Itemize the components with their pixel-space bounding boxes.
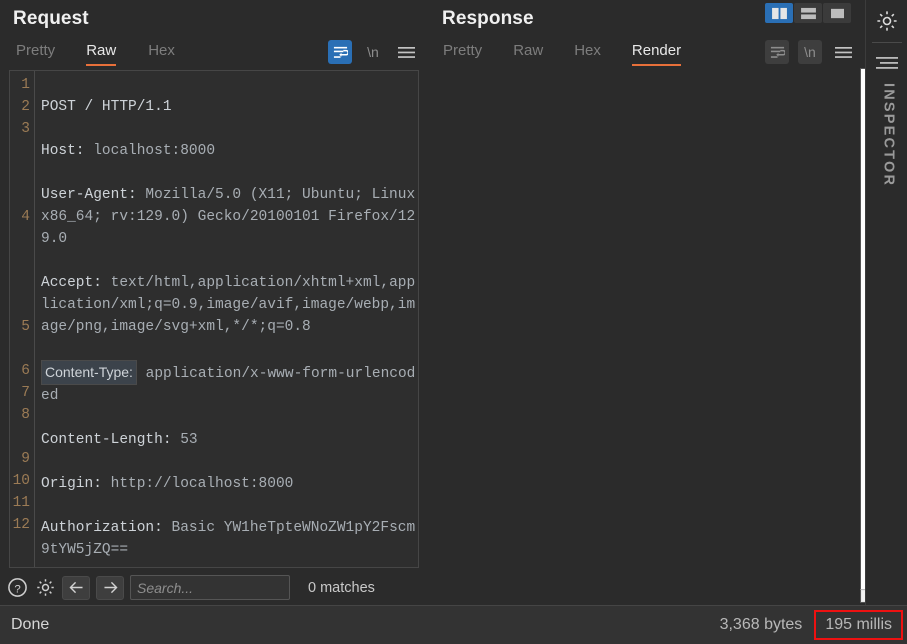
header-name: Origin: [41,476,102,492]
tab-response-render[interactable]: Render [631,42,682,66]
status-metrics: 3,368 bytes 195 millis [708,610,907,640]
newline-toggle-icon[interactable]: \n [361,40,385,64]
response-tabbar: Pretty Raw Hex Render \n [428,36,865,66]
response-millis: 195 millis [814,610,903,640]
inspector-rail: INSPECTOR [865,0,907,605]
inspector-label[interactable]: INSPECTOR [877,83,897,187]
tab-request-hex[interactable]: Hex [148,42,175,66]
request-toolbar-icons: \n [328,40,418,64]
rail-divider [871,42,902,43]
find-prev-button[interactable] [62,575,90,600]
line-number: 8 [21,407,30,423]
help-circle-icon[interactable]: ? [6,577,28,599]
status-bar: Done 3,368 bytes 195 millis [0,605,907,644]
line-number: 10 [12,473,30,489]
hamburger-menu-icon[interactable] [831,40,855,64]
hamburger-menu-icon[interactable] [394,40,418,64]
burp-repeater-window: Request Pretty Raw Hex \n 1 2 3 4 5 6 7 … [0,0,907,644]
request-tabs: Pretty Raw Hex [0,42,175,66]
response-panel: Response Pretty Raw Hex Render \n access… [428,0,907,605]
request-line: Content-Type: application/x-www-form-url… [41,360,418,407]
gear-icon[interactable] [34,577,56,599]
word-wrap-icon[interactable] [765,40,789,64]
line-number: 9 [21,451,30,467]
request-line: Content-Length: 53 [41,429,418,451]
tab-response-hex[interactable]: Hex [574,42,601,66]
header-name: Authorization: [41,520,163,536]
request-find-bar: ? 0 m [0,570,428,605]
request-line: User-Agent: Mozilla/5.0 (X11; Ubuntu; Li… [41,184,418,250]
tab-response-pretty[interactable]: Pretty [443,42,482,66]
header-name: Content-Length: [41,432,172,448]
newline-toggle-icon[interactable]: \n [798,40,822,64]
line-number: 2 [21,99,30,115]
line-number: 5 [21,319,30,335]
line-number: 6 [21,363,30,379]
layout-mode-buttons [765,3,851,23]
svg-text:?: ? [14,583,20,595]
response-tabs: Pretty Raw Hex Render [428,42,682,66]
header-name-selected: Content-Type: [41,360,137,385]
request-panel: Request Pretty Raw Hex \n 1 2 3 4 5 6 7 … [0,0,428,605]
gear-icon[interactable] [872,6,902,36]
header-name: Host: [41,143,85,159]
header-value: localhost:8000 [84,143,216,159]
request-line: Accept: text/html,application/xhtml+xml,… [41,272,418,338]
line-number: 7 [21,385,30,401]
status-text: Done [11,616,50,633]
tab-request-pretty[interactable]: Pretty [16,42,55,66]
line-number: 3 [21,121,30,137]
search-input[interactable] [130,575,290,600]
header-value: http://localhost:8000 [101,476,294,492]
request-editor[interactable]: 1 2 3 4 5 6 7 8 9 10 11 12 POST / HTTP/1… [9,70,419,568]
request-panel-title: Request [13,8,89,29]
line-number: 12 [12,517,30,533]
request-line: Origin: http://localhost:8000 [41,473,418,495]
tab-request-raw[interactable]: Raw [86,42,117,66]
line-number: 1 [21,77,30,93]
layout-side-by-side-button[interactable] [765,3,793,23]
inspector-toggle-icon[interactable] [874,53,900,73]
header-value: 53 [171,432,198,448]
request-start-line: POST / HTTP/1.1 [41,99,172,115]
response-toolbar-icons: \n [765,40,855,64]
search-match-count: 0 matches [308,579,375,596]
line-number: 11 [12,495,30,511]
header-name: User-Agent: [41,187,137,203]
word-wrap-icon[interactable] [328,40,352,64]
find-next-button[interactable] [96,575,124,600]
header-name: Accept: [41,275,102,291]
request-tabbar: Pretty Raw Hex \n [0,36,428,66]
request-line: Host: localhost:8000 [41,140,418,162]
request-raw-text[interactable]: POST / HTTP/1.1 Host: localhost:8000 Use… [34,71,418,567]
layout-stacked-button[interactable] [794,3,822,23]
response-bytes: 3,368 bytes [719,616,803,633]
tab-response-raw[interactable]: Raw [513,42,543,66]
request-line-numbers: 1 2 3 4 5 6 7 8 9 10 11 12 [10,71,34,567]
request-line: Authorization: Basic YW1heTpteWNoZW1pY2F… [41,517,418,561]
line-number: 4 [21,209,30,225]
layout-single-button[interactable] [823,3,851,23]
request-line: POST / HTTP/1.1 [41,96,418,118]
